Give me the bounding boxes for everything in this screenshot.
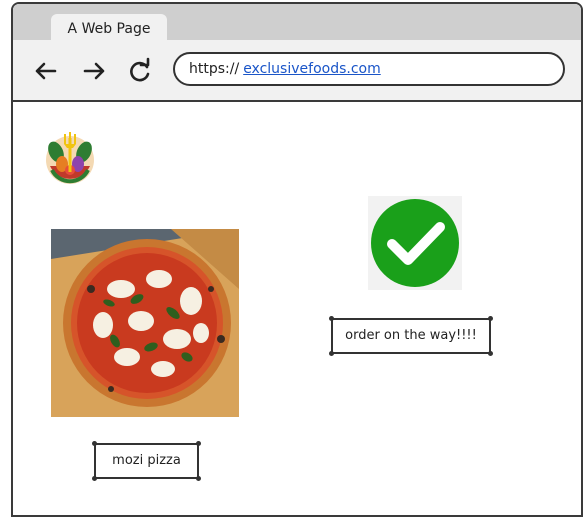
browser-chrome: A Web Page https://exclusivefoods.com bbox=[13, 4, 581, 102]
url-protocol: https:// bbox=[189, 61, 240, 77]
url-domain-link[interactable]: exclusivefoods.com bbox=[243, 61, 381, 77]
food-logo bbox=[46, 132, 94, 184]
product-name-label: mozi pizza bbox=[92, 441, 201, 481]
arrow-left-icon bbox=[35, 62, 57, 80]
product-name-text: mozi pizza bbox=[112, 453, 181, 468]
corner-handle bbox=[329, 351, 334, 356]
browser-tab[interactable]: A Web Page bbox=[51, 14, 167, 44]
address-bar[interactable]: https://exclusivefoods.com bbox=[173, 52, 565, 86]
order-status-label: order on the way!!!! bbox=[329, 316, 493, 356]
back-button[interactable] bbox=[31, 56, 61, 86]
tab-strip: A Web Page bbox=[13, 4, 581, 44]
order-status-text: order on the way!!!! bbox=[345, 328, 477, 343]
forward-button[interactable] bbox=[79, 56, 109, 86]
corner-handle bbox=[92, 476, 97, 481]
corner-handle bbox=[488, 316, 493, 321]
corner-handle bbox=[196, 441, 201, 446]
arrow-right-icon bbox=[83, 62, 105, 80]
reload-icon bbox=[130, 57, 150, 82]
corner-handle bbox=[196, 476, 201, 481]
corner-handle bbox=[329, 316, 334, 321]
corner-handle bbox=[488, 351, 493, 356]
reload-button[interactable] bbox=[125, 56, 155, 86]
green-checkmark-icon bbox=[368, 196, 462, 290]
pizza-image bbox=[51, 229, 239, 417]
corner-handle bbox=[92, 441, 97, 446]
